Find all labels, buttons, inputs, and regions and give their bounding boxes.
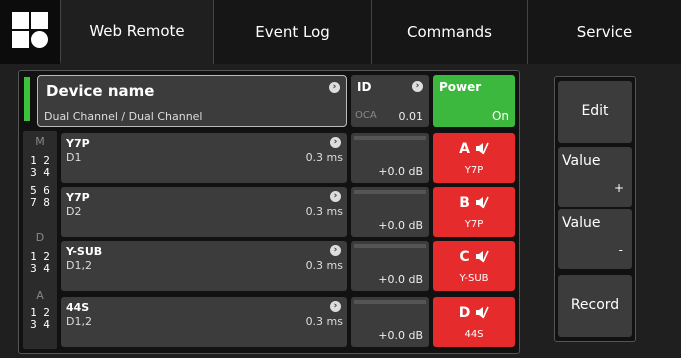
channel-input: D2 <box>66 205 82 218</box>
device-name-button[interactable]: Device name › Dual Channel / Dual Channe… <box>37 75 347 127</box>
main-area: Device name › Dual Channel / Dual Channe… <box>0 64 681 358</box>
channel-row[interactable]: 44S › D1,2 0.3 ms <box>61 297 347 347</box>
mute-button[interactable]: B Y7P <box>433 187 515 237</box>
mute-button[interactable]: D 44S <box>433 297 515 347</box>
channel-delay: 0.3 ms <box>305 151 343 164</box>
mute-letter: D <box>458 305 471 321</box>
chevron-right-icon: › <box>329 82 340 93</box>
power-button[interactable]: Power On <box>433 75 515 127</box>
input-pair[interactable]: 1 2 3 4 <box>26 155 54 179</box>
mute-label: Y-SUB <box>459 273 489 284</box>
pair-bottom: 7 8 <box>30 196 50 209</box>
channel-name: 44S <box>66 301 90 314</box>
value-plus-label: Value <box>562 153 601 169</box>
mute-label: Y7P <box>464 165 484 176</box>
group-label-m: M <box>35 135 45 148</box>
mute-button[interactable]: C Y-SUB <box>433 241 515 291</box>
input-pair[interactable]: 5 6 7 8 <box>26 185 54 209</box>
id-button[interactable]: ID › OCA 0.01 <box>351 75 429 127</box>
channel-input: D1,2 <box>66 259 92 272</box>
channel-name: Y7P <box>66 191 90 204</box>
speaker-mute-icon <box>475 142 489 155</box>
gain-control[interactable]: +0.0 dB <box>351 133 429 183</box>
mute-letter: C <box>459 249 470 265</box>
mute-label: Y7P <box>464 219 484 230</box>
chevron-right-icon: › <box>330 301 341 312</box>
mute-label: 44S <box>464 329 484 340</box>
channel-delay: 0.3 ms <box>305 205 343 218</box>
tab-service[interactable]: Service <box>527 0 681 64</box>
channel-name: Y7P <box>66 137 90 150</box>
plus-label: + <box>613 181 624 195</box>
speaker-mute-icon <box>475 196 489 209</box>
channel-delay: 0.3 ms <box>305 259 343 272</box>
channel-row[interactable]: Y7P › D2 0.3 ms <box>61 187 347 237</box>
edit-button[interactable]: Edit <box>558 81 632 143</box>
chevron-right-icon: › <box>412 81 423 92</box>
chevron-right-icon: › <box>330 191 341 202</box>
speaker-mute-icon <box>475 250 489 263</box>
gain-meter <box>354 300 426 304</box>
gain-value: +0.0 dB <box>378 329 423 342</box>
value-minus-button[interactable]: Value - <box>558 209 632 269</box>
speaker-mute-icon <box>476 306 489 319</box>
input-pair[interactable]: 1 2 3 4 <box>26 251 54 275</box>
status-indicator <box>24 77 30 121</box>
input-pair[interactable]: 1 2 3 4 <box>26 307 54 331</box>
gain-control[interactable]: +0.0 dB <box>351 241 429 291</box>
gain-value: +0.0 dB <box>378 165 423 178</box>
group-label-a: A <box>36 289 44 302</box>
power-state: On <box>491 109 509 123</box>
minus-label: - <box>618 243 623 257</box>
group-label-d: D <box>35 231 45 244</box>
tab-commands[interactable]: Commands <box>371 0 527 64</box>
gain-control[interactable]: +0.0 dB <box>351 187 429 237</box>
mute-letter: B <box>459 195 470 211</box>
tab-web-remote[interactable]: Web Remote <box>60 0 213 64</box>
power-label: Power <box>439 80 482 94</box>
channel-row[interactable]: Y7P › D1 0.3 ms <box>61 133 347 183</box>
action-panel: Edit Value + Value - Record <box>554 76 636 342</box>
id-label: ID <box>357 80 372 94</box>
pair-bottom: 3 4 <box>30 318 50 331</box>
gain-value: +0.0 dB <box>378 219 423 232</box>
gain-meter <box>354 136 426 140</box>
channel-name: Y-SUB <box>66 245 103 258</box>
tab-event-log[interactable]: Event Log <box>213 0 371 64</box>
chevron-right-icon: › <box>330 245 341 256</box>
channel-delay: 0.3 ms <box>305 315 343 328</box>
record-button[interactable]: Record <box>558 275 632 337</box>
device-subtitle: Dual Channel / Dual Channel <box>44 110 203 123</box>
id-prefix: OCA <box>355 110 377 121</box>
channel-input: D1,2 <box>66 315 92 328</box>
gain-meter <box>354 190 426 194</box>
edit-label: Edit <box>581 103 609 119</box>
channel-input: D1 <box>66 151 82 164</box>
record-label: Record <box>570 297 620 313</box>
pair-bottom: 3 4 <box>30 262 50 275</box>
value-plus-button[interactable]: Value + <box>558 147 632 207</box>
mute-button[interactable]: A Y7P <box>433 133 515 183</box>
id-value: 0.01 <box>398 110 424 123</box>
top-navigation: Web Remote Event Log Commands Service <box>0 0 681 64</box>
app-logo-icon[interactable] <box>0 0 60 64</box>
gain-value: +0.0 dB <box>378 273 423 286</box>
value-minus-label: Value <box>562 215 601 231</box>
channel-group-labels: M 1 2 3 4 5 6 7 8 D 1 2 3 4 A 1 2 3 4 <box>23 131 57 349</box>
gain-control[interactable]: +0.0 dB <box>351 297 429 347</box>
device-name: Device name <box>46 82 155 100</box>
channel-row[interactable]: Y-SUB › D1,2 0.3 ms <box>61 241 347 291</box>
mute-letter: A <box>459 141 470 157</box>
device-panel: Device name › Dual Channel / Dual Channe… <box>18 70 520 354</box>
gain-meter <box>354 244 426 248</box>
chevron-right-icon: › <box>330 137 341 148</box>
pair-bottom: 3 4 <box>30 166 50 179</box>
